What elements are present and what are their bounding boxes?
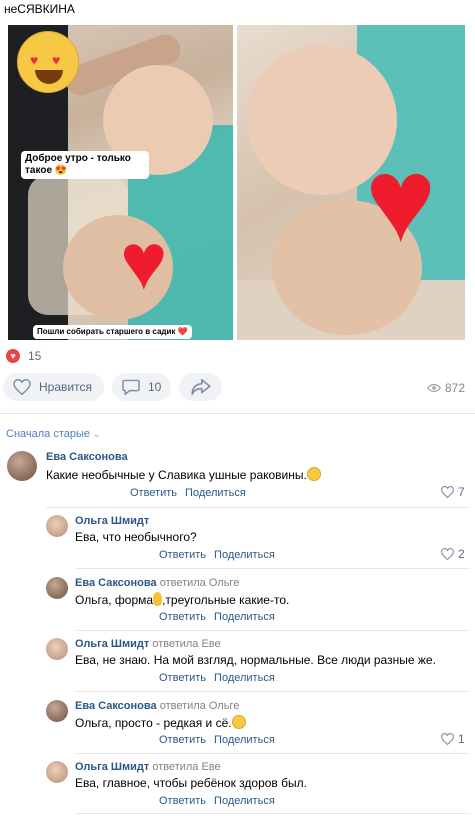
comment-count: 10 xyxy=(148,380,162,394)
divider xyxy=(75,568,470,569)
comment-icon xyxy=(122,379,140,395)
avatar[interactable] xyxy=(46,700,68,722)
views-counter: 872 xyxy=(427,381,465,395)
thinking-emoji-icon xyxy=(306,467,321,481)
heart-icon xyxy=(441,548,454,560)
comment-author[interactable]: Ольга Шмидт xyxy=(75,515,149,527)
comment-actions: Ответить Поделиться xyxy=(130,487,254,499)
share-icon xyxy=(190,379,211,395)
comment-like-count: 1 xyxy=(458,732,465,746)
comment-text: Ольга, форма ,треугольные какие-то. xyxy=(75,592,290,607)
share-link[interactable]: Поделиться xyxy=(214,734,275,746)
divider xyxy=(75,691,470,692)
share-link[interactable]: Поделиться xyxy=(214,549,275,561)
reply-button[interactable]: Ответить xyxy=(159,549,206,561)
heart-icon: ♥ xyxy=(6,349,20,363)
grin-emoji-icon xyxy=(231,715,246,729)
views-count: 872 xyxy=(445,381,466,395)
heart-icon xyxy=(441,486,454,498)
eye-icon xyxy=(427,383,441,393)
heart-sticker-icon: ♥ xyxy=(365,133,437,267)
comment-actions: Ответить Поделиться xyxy=(159,795,283,807)
comment-text: Ева, что необычного? xyxy=(75,530,197,544)
heart-sticker-icon: ♥ xyxy=(120,217,168,306)
divider xyxy=(75,813,470,814)
comment-like-count: 7 xyxy=(458,485,465,499)
comment-actions: Ответить Поделиться xyxy=(159,672,283,684)
photo-caption-top: Доброе утро - только такое 😍 xyxy=(21,151,149,179)
reply-button[interactable]: Ответить xyxy=(130,487,177,499)
divider xyxy=(0,413,475,414)
like-label: Нравится xyxy=(39,380,92,394)
comments-sort-dropdown[interactable]: Сначала старые ⌄ xyxy=(6,428,101,440)
comment-like-button[interactable]: 2 xyxy=(441,547,465,561)
comment-author[interactable]: Ева Саксонова xyxy=(46,451,128,463)
avatar[interactable] xyxy=(46,761,68,783)
ear-emoji-icon xyxy=(153,592,163,606)
heart-eyes-emoji-icon: ♥ ♥ xyxy=(17,31,79,93)
photo-caption-bottom: Пошли собирать старшего в садик ❤️ xyxy=(33,325,192,339)
comment-author[interactable]: Ольга Шмидт ответила Еве xyxy=(75,761,221,773)
comment-text: Какие необычные у Славика ушные раковины… xyxy=(46,467,321,482)
comment-actions: Ответить Поделиться xyxy=(159,549,283,561)
comment-actions: Ответить Поделиться xyxy=(159,611,283,623)
comment-button[interactable]: 10 xyxy=(112,373,171,401)
avatar[interactable] xyxy=(7,451,37,481)
share-button[interactable] xyxy=(179,373,222,401)
likes-summary[interactable]: ♥ 15 xyxy=(6,349,41,363)
heart-icon xyxy=(441,733,454,745)
comment-like-button[interactable]: 1 xyxy=(441,732,465,746)
divider xyxy=(75,753,470,754)
share-link[interactable]: Поделиться xyxy=(185,487,246,499)
comment-author[interactable]: Ева Саксонова ответила Ольге xyxy=(75,700,239,712)
reply-button[interactable]: Ответить xyxy=(159,734,206,746)
comment-like-count: 2 xyxy=(458,547,465,561)
chevron-down-icon: ⌄ xyxy=(93,428,101,439)
avatar[interactable] xyxy=(46,638,68,660)
comment-text: Ольга, просто - редкая и сё. xyxy=(75,715,246,730)
divider xyxy=(46,507,470,508)
comment-author[interactable]: Ева Саксонова ответила Ольге xyxy=(75,577,239,589)
comment-author[interactable]: Ольга Шмидт ответила Еве xyxy=(75,638,221,650)
avatar[interactable] xyxy=(46,515,68,537)
reply-button[interactable]: Ответить xyxy=(159,611,206,623)
sort-label: Сначала старые xyxy=(6,428,91,440)
likes-count: 15 xyxy=(28,349,42,363)
reply-button[interactable]: Ответить xyxy=(159,672,206,684)
post-title[interactable]: неСЯВКИНА xyxy=(4,2,75,16)
comment-text: Ева, не знаю. На мой взгляд, нормальные.… xyxy=(75,653,436,667)
divider xyxy=(75,630,470,631)
like-button[interactable]: Нравится xyxy=(3,373,104,401)
share-link[interactable]: Поделиться xyxy=(214,672,275,684)
share-link[interactable]: Поделиться xyxy=(214,611,275,623)
comment-text: Ева, главное, чтобы ребёнок здоров был. xyxy=(75,776,307,790)
avatar[interactable] xyxy=(46,577,68,599)
share-link[interactable]: Поделиться xyxy=(214,795,275,807)
reply-button[interactable]: Ответить xyxy=(159,795,206,807)
comment-like-button[interactable]: 7 xyxy=(441,485,465,499)
comment-actions: Ответить Поделиться xyxy=(159,734,283,746)
heart-icon xyxy=(13,379,31,395)
